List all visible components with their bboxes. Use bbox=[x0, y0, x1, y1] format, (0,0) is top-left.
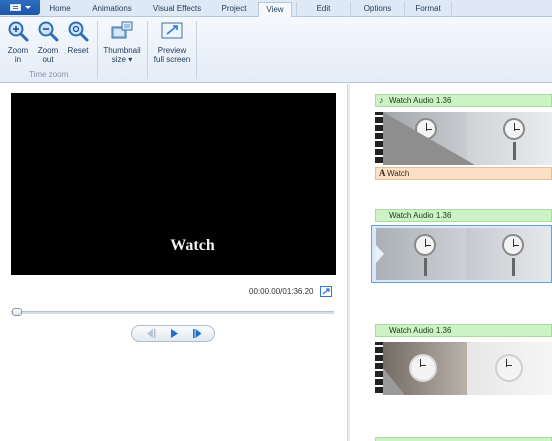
chevron-down-icon bbox=[25, 6, 31, 9]
next-frame-icon bbox=[193, 329, 202, 338]
ribbon-separator bbox=[97, 21, 98, 79]
thumbnail-size-button[interactable]: Thumbnail size ▾ bbox=[101, 20, 143, 64]
preview-full-screen-label-2: full screen bbox=[153, 55, 191, 64]
zoom-out-label-2: out bbox=[42, 55, 54, 64]
file-menu-icon bbox=[10, 4, 21, 11]
previous-frame-button[interactable] bbox=[138, 326, 162, 341]
pendulum bbox=[424, 258, 427, 276]
timecode-display: 00:00.00/01:36.20 bbox=[249, 287, 314, 296]
expand-preview-button[interactable] bbox=[320, 286, 332, 297]
tab-project[interactable]: Project bbox=[214, 2, 254, 17]
clock-thumbnail bbox=[502, 234, 524, 256]
audio-track-bar[interactable]: ♪ Watch Audio 1.36 bbox=[375, 94, 552, 107]
transition-wipe-indicator bbox=[383, 112, 475, 165]
preview-caption-text: Watch bbox=[170, 237, 215, 254]
seek-bar[interactable] bbox=[11, 311, 334, 314]
magnifier-minus-icon bbox=[38, 21, 59, 42]
video-clip[interactable] bbox=[375, 112, 552, 165]
audio-track-label: Watch Audio 1.36 bbox=[389, 96, 452, 105]
zoom-in-button[interactable]: Zoom in bbox=[4, 20, 32, 64]
caption-icon: A bbox=[379, 168, 386, 178]
film-strip-edge bbox=[375, 112, 383, 165]
video-clip-selected[interactable] bbox=[371, 225, 552, 283]
transition-wipe-indicator bbox=[383, 368, 405, 395]
seek-bar-thumb[interactable] bbox=[12, 308, 22, 316]
reset-zoom-label: Reset bbox=[67, 46, 89, 55]
preview-full-screen-label-1: Preview bbox=[157, 46, 187, 55]
clip-start-marker bbox=[375, 244, 384, 264]
zoom-out-button[interactable]: Zoom out bbox=[34, 20, 62, 64]
magnifier-plus-icon bbox=[8, 21, 29, 42]
film-strip-edge bbox=[375, 342, 383, 395]
pendulum bbox=[512, 258, 515, 276]
next-frame-button[interactable] bbox=[186, 326, 210, 341]
tab-edit[interactable]: Edit bbox=[296, 2, 350, 17]
audio-track-label: Watch Audio 1.36 bbox=[389, 211, 452, 220]
tab-home[interactable]: Home bbox=[44, 2, 76, 17]
clock-thumbnail bbox=[414, 234, 436, 256]
audio-track-bar-partial[interactable] bbox=[375, 437, 552, 441]
thumbnail-size-label-2: size ▾ bbox=[111, 55, 133, 64]
pane-splitter[interactable] bbox=[347, 84, 350, 441]
play-button[interactable] bbox=[162, 326, 186, 341]
thumbnail-size-icon bbox=[111, 21, 133, 39]
clip-frame bbox=[466, 228, 551, 280]
magnifier-reset-icon bbox=[68, 21, 89, 42]
full-screen-icon bbox=[161, 22, 183, 39]
zoom-in-label-1: Zoom bbox=[7, 46, 29, 55]
tab-options[interactable]: Options bbox=[350, 2, 404, 17]
ribbon-tab-bar: Home Animations Visual Effects Project V… bbox=[0, 0, 552, 18]
previous-frame-icon bbox=[147, 329, 156, 338]
group-label-time-zoom: Time zoom bbox=[29, 70, 69, 79]
reset-zoom-button[interactable]: Reset bbox=[64, 20, 92, 55]
caption-track-bar[interactable]: A Watch bbox=[375, 167, 552, 180]
ribbon-separator bbox=[196, 21, 197, 79]
tab-format[interactable]: Format bbox=[404, 2, 452, 17]
clip-frame bbox=[376, 228, 466, 280]
tab-view[interactable]: View bbox=[258, 2, 292, 18]
tab-animations[interactable]: Animations bbox=[82, 2, 142, 17]
video-clip[interactable] bbox=[375, 342, 552, 395]
playback-controls bbox=[131, 325, 215, 342]
audio-track-bar[interactable]: Watch Audio 1.36 bbox=[375, 324, 552, 337]
file-menu-button[interactable] bbox=[0, 0, 40, 15]
music-note-icon: ♪ bbox=[379, 95, 384, 105]
ribbon-panel: Zoom in Zoom out Reset Time zoom Thumbnail… bbox=[0, 17, 552, 83]
video-preview[interactable]: Watch bbox=[11, 93, 336, 275]
play-icon bbox=[171, 329, 178, 338]
caption-track-label: Watch bbox=[387, 169, 410, 178]
tab-visual-effects[interactable]: Visual Effects bbox=[146, 2, 208, 17]
ribbon-separator bbox=[147, 21, 148, 79]
thumbnail-size-label-1: Thumbnail bbox=[103, 46, 141, 55]
audio-track-label: Watch Audio 1.36 bbox=[389, 326, 452, 335]
preview-full-screen-button[interactable]: Preview full screen bbox=[150, 20, 194, 64]
zoom-in-label-2: in bbox=[14, 55, 22, 64]
zoom-out-label-1: Zoom bbox=[37, 46, 59, 55]
audio-track-bar[interactable]: Watch Audio 1.36 bbox=[375, 209, 552, 222]
expand-icon bbox=[322, 288, 330, 295]
